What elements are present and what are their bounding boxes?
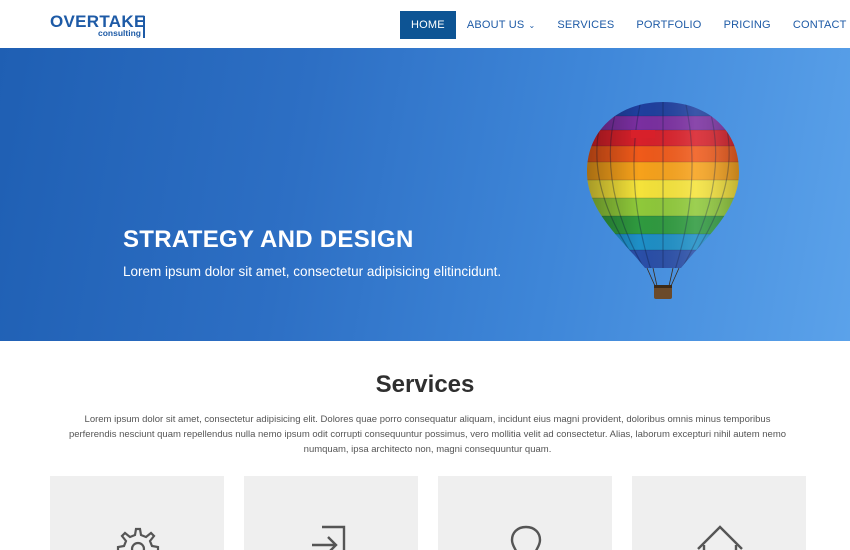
nav-contact-label: CONTACT [792,19,847,31]
service-card[interactable] [632,476,806,550]
sign-in-icon [312,525,346,550]
nav-portfolio-label: PORTFOLIO [636,19,702,31]
nav-contact[interactable]: CONTACT [782,11,850,39]
services-description: Lorem ipsum dolor sit amet, consectetur … [68,414,787,455]
logo[interactable]: OVERTAKE consulting [50,13,145,39]
nav-portfolio[interactable]: PORTFOLIO [625,11,712,39]
services-heading: Services [375,371,475,398]
service-card[interactable] [244,476,418,550]
logo-divider [143,16,145,38]
service-card[interactable] [438,476,612,550]
logo-sub-text: consulting [98,28,141,38]
nav-about-label: ABOUT US [466,19,525,31]
nav-pricing-label: PRICING [723,19,771,31]
nav-home[interactable]: HOME [400,11,456,39]
chevron-down-icon: ⌄ [528,20,536,30]
nav-about-us[interactable]: ABOUT US ⌄ [456,11,547,39]
gear-icon [116,527,160,550]
site-header: OVERTAKE consulting HOME ABOUT US ⌄ SERVI… [0,0,850,48]
nav-services-label: SERVICES [557,19,615,31]
balloon-lettering-panel [631,130,655,138]
nav-home-label: HOME [411,19,445,31]
hero-banner: STRATEGY AND DESIGN Lorem ipsum dolor si… [0,48,850,341]
hot-air-balloon-image [587,102,739,299]
nav-services[interactable]: SERVICES [546,11,625,39]
lightbulb-icon [510,525,542,550]
hero-subtitle: Lorem ipsum dolor sit amet, consectetur … [123,264,502,279]
home-icon [697,525,743,550]
main-nav: HOME ABOUT US ⌄ SERVICES PORTFOLIO PRICIN… [400,11,850,39]
hero-title: STRATEGY AND DESIGN [123,226,414,253]
nav-pricing[interactable]: PRICING [713,11,782,39]
service-card[interactable] [50,476,224,550]
